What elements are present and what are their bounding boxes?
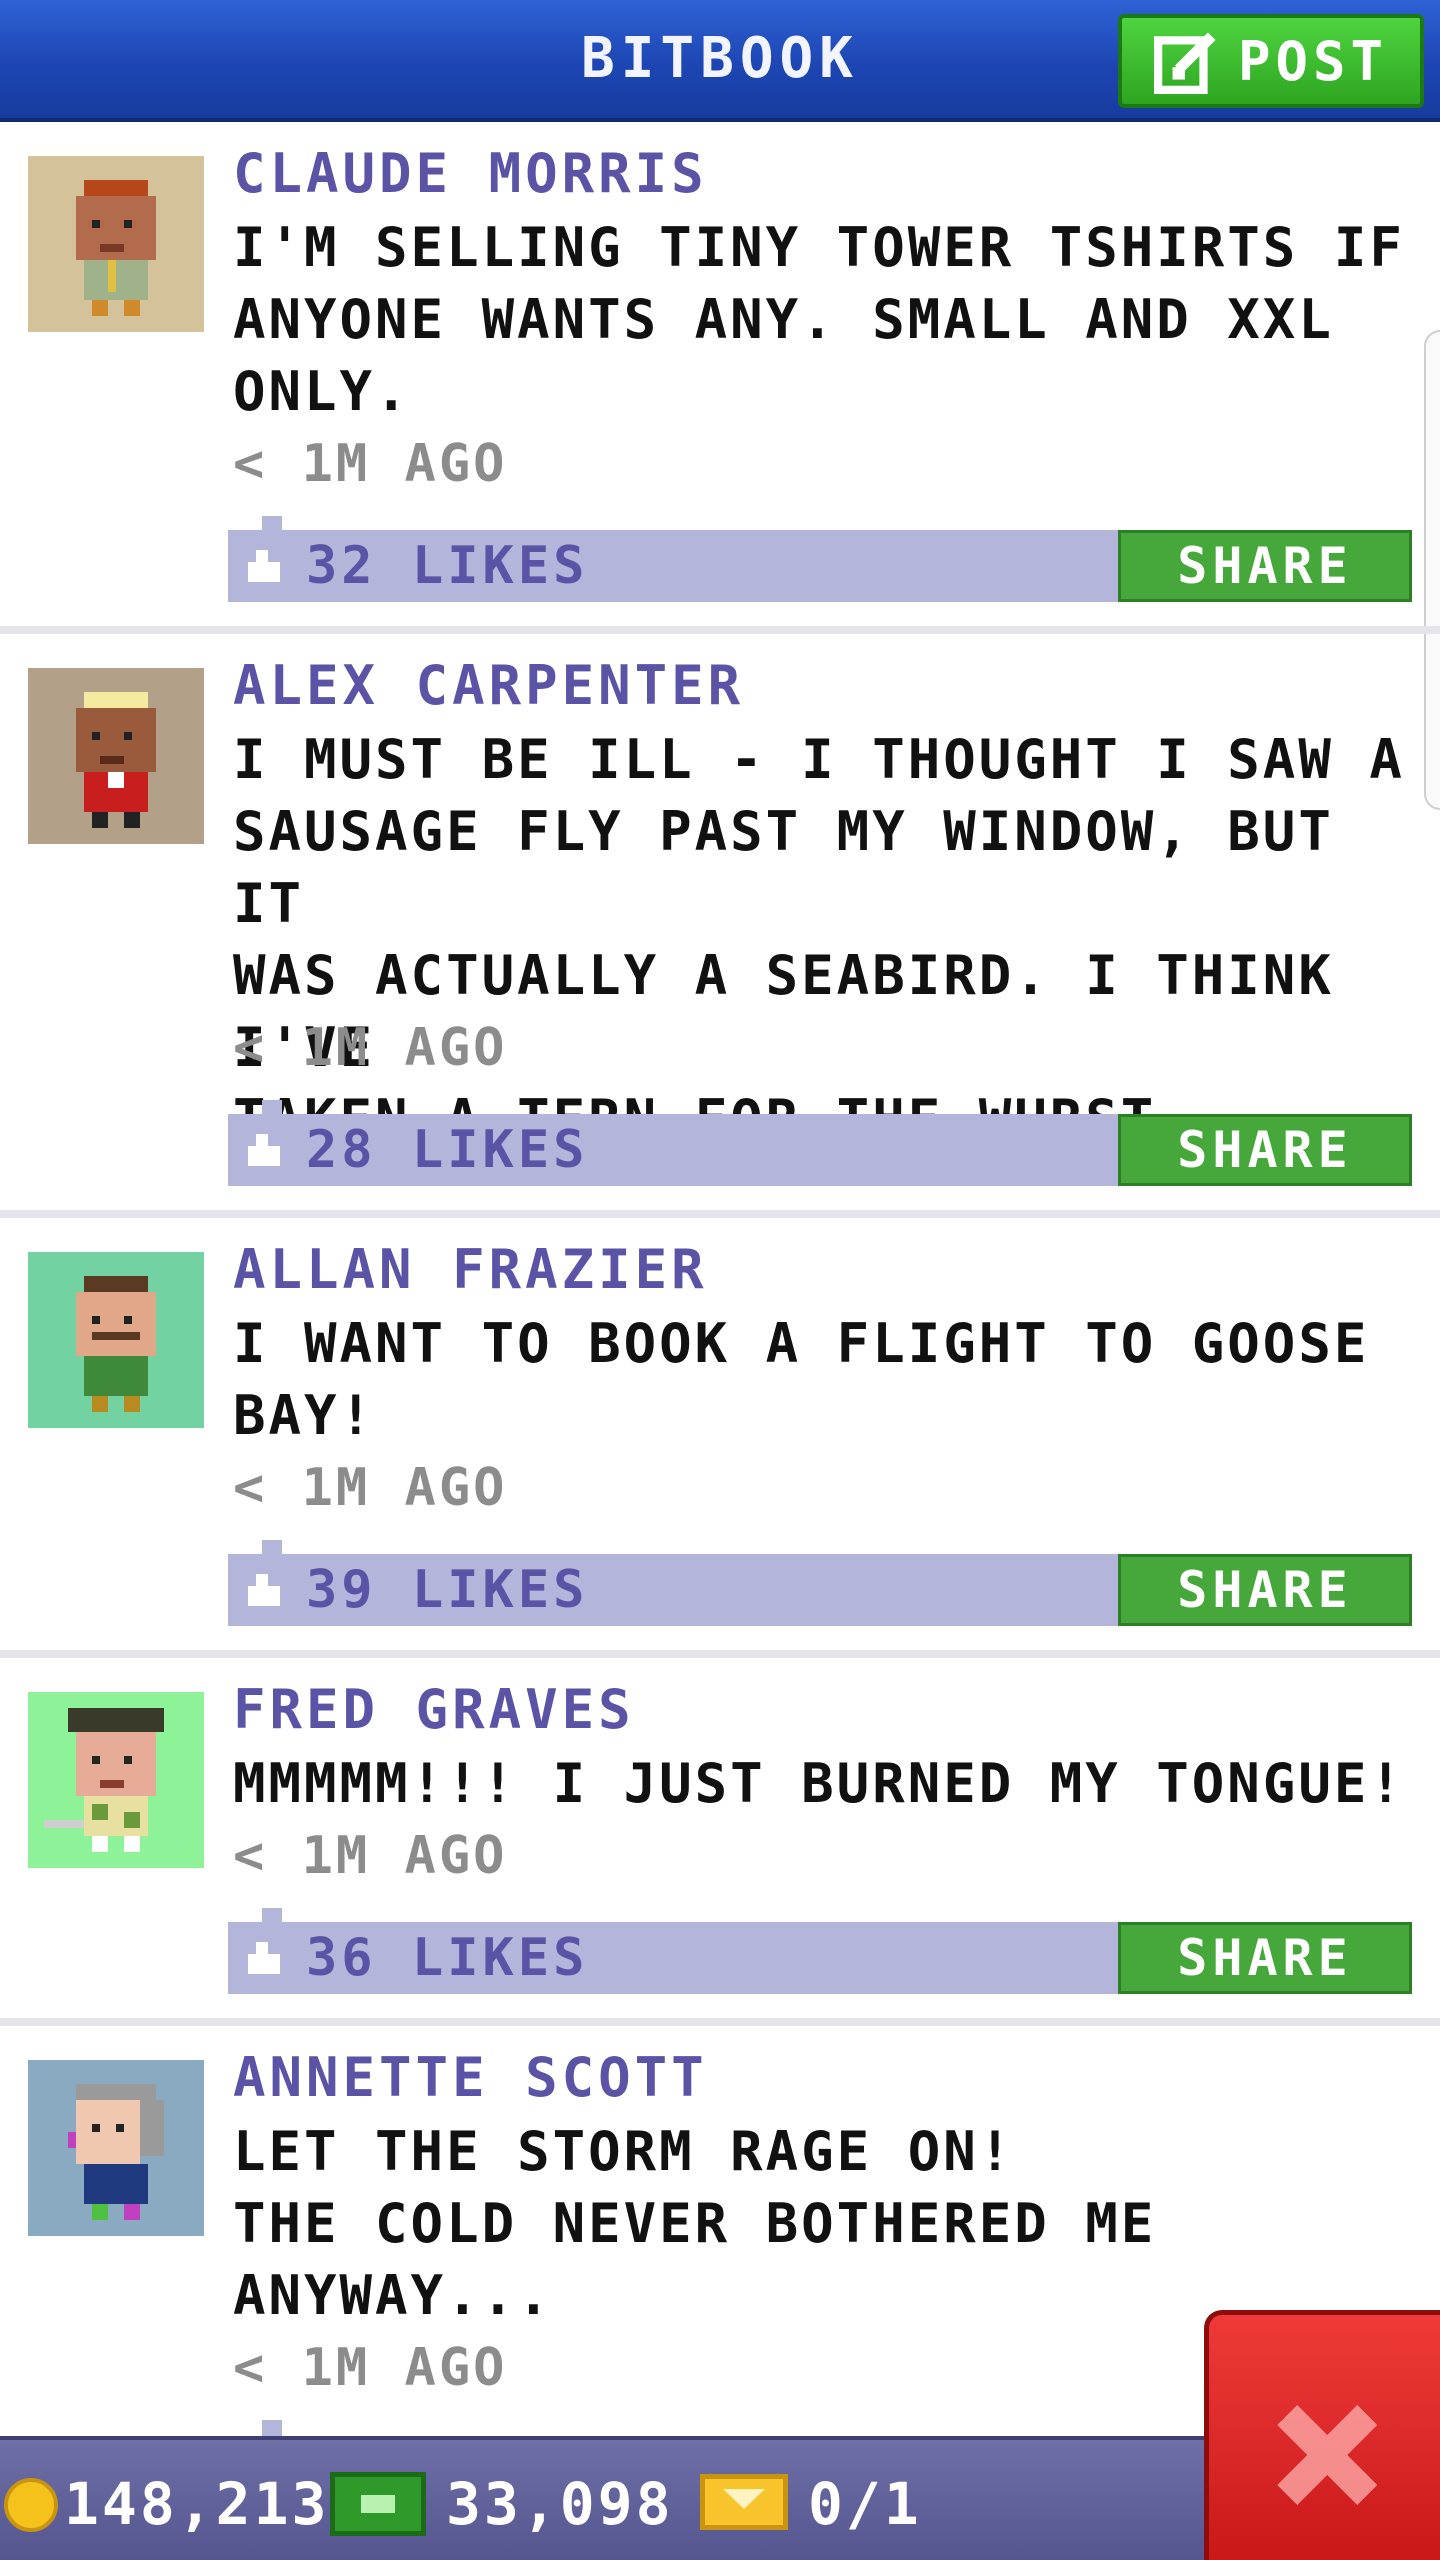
avatar[interactable] [28, 2060, 204, 2236]
bux-count: 33,098 [446, 2470, 674, 2538]
post-divider [0, 626, 1440, 634]
post-text: MMMMM!!! I JUST BURNED MY TONGUE! [233, 1752, 1405, 1815]
likes-count: 28 LIKES [306, 1120, 589, 1180]
likes-count: 32 LIKES [306, 536, 589, 596]
share-button[interactable]: SHARE [1118, 1114, 1412, 1186]
post-time: < 1M AGO [233, 2338, 508, 2398]
like-bar: 28 LIKES SHARE [228, 1114, 1412, 1186]
post-time: < 1M AGO [233, 1826, 508, 1886]
post-text: I WANT TO BOOK A FLIGHT TO GOOSE BAY! [233, 1312, 1370, 1447]
thumbs-up-icon[interactable] [244, 550, 284, 582]
bitizen-avatar-allan-icon [28, 1252, 204, 1428]
post-author[interactable]: ALLAN FRAZIER [233, 1238, 708, 1302]
like-bar-nub [262, 2420, 282, 2436]
golden-ticket-icon[interactable] [700, 2474, 788, 2530]
likes-count: 39 LIKES [306, 1560, 589, 1620]
avatar[interactable] [28, 156, 204, 332]
like-bar: 36 LIKES SHARE [228, 1922, 1412, 1994]
bitizen-avatar-fred-icon [28, 1692, 204, 1868]
avatar[interactable] [28, 1252, 204, 1428]
post-author[interactable]: ANNETTE SCOTT [233, 2046, 708, 2110]
post-time: < 1M AGO [233, 434, 508, 494]
likes-count: 36 LIKES [306, 1928, 589, 1988]
post-divider [0, 1210, 1440, 1218]
ticket-count: 0/1 [808, 2470, 922, 2538]
app-header: BITBOOK POST [0, 0, 1440, 122]
post-author[interactable]: CLAUDE MORRIS [233, 142, 708, 206]
post-author[interactable]: FRED GRAVES [233, 1678, 635, 1742]
post-text: I'M SELLING TINY TOWER TSHIRTS IF ANYONE… [233, 216, 1405, 423]
thumbs-up-icon[interactable] [244, 1574, 284, 1606]
thumbs-up-icon[interactable] [244, 1134, 284, 1166]
share-button[interactable]: SHARE [1118, 530, 1412, 602]
share-button[interactable]: SHARE [1118, 1922, 1412, 1994]
post-button[interactable]: POST [1118, 14, 1424, 108]
like-bar: 32 LIKES SHARE [228, 530, 1412, 602]
bux-icon[interactable] [330, 2472, 426, 2536]
post-text: I MUST BE ILL - I THOUGHT I SAW A SAUSAG… [233, 728, 1405, 1151]
post-text: LET THE STORM RAGE ON! THE COLD NEVER BO… [233, 2120, 1157, 2327]
post-divider [0, 1650, 1440, 1658]
coin-count: 148,213 [64, 2470, 330, 2538]
post-button-label: POST [1237, 29, 1389, 93]
close-icon [1277, 2405, 1377, 2505]
post-time: < 1M AGO [233, 1458, 508, 1518]
post-time: < 1M AGO [233, 1018, 508, 1078]
bitizen-avatar-claude-icon [28, 156, 204, 332]
bitizen-avatar-annette-icon [28, 2060, 204, 2236]
compose-icon [1153, 32, 1216, 94]
like-bar: 39 LIKES SHARE [228, 1554, 1412, 1626]
avatar[interactable] [28, 1692, 204, 1868]
close-button[interactable] [1204, 2310, 1440, 2560]
post-divider [0, 2018, 1440, 2026]
thumbs-up-icon[interactable] [244, 1942, 284, 1974]
avatar[interactable] [28, 668, 204, 844]
post-author[interactable]: ALEX CARPENTER [233, 654, 744, 718]
coin-icon [4, 2478, 58, 2532]
share-button[interactable]: SHARE [1118, 1554, 1412, 1626]
bitizen-avatar-alex-icon [28, 668, 204, 844]
